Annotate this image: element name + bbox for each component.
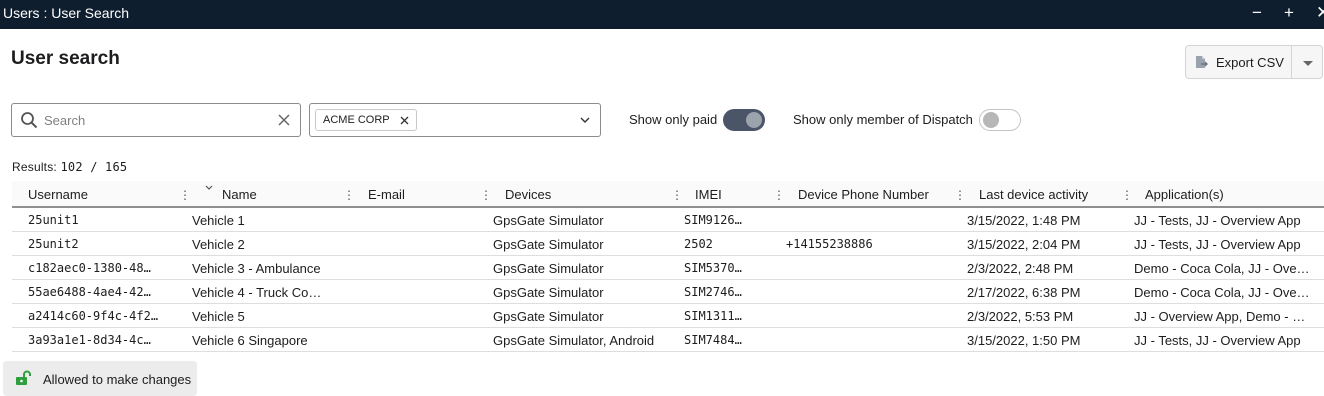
- search-input[interactable]: [44, 110, 274, 130]
- table-row[interactable]: c182aec0-1380-48… Vehicle 3 - Ambulance …: [12, 256, 1324, 280]
- cell-name: Vehicle 5: [192, 309, 245, 324]
- cell-devices: GpsGate Simulator: [493, 237, 604, 252]
- column-menu-icon[interactable]: ⋮: [179, 188, 191, 202]
- show-only-paid-label: Show only paid: [629, 112, 718, 127]
- users-table: Username ⋮ Name ⋮ E-mail ⋮ Devices ⋮ IME…: [12, 181, 1324, 352]
- cell-last-activity: 2/3/2022, 2:48 PM: [967, 261, 1074, 276]
- company-chip-label: ACME CORP: [323, 114, 390, 126]
- cell-imei: SIM1311…: [684, 309, 742, 323]
- search-box: [11, 103, 301, 137]
- cell-name: Vehicle 1: [192, 213, 245, 228]
- file-export-icon: [1196, 56, 1208, 68]
- chevron-down-icon: [1303, 61, 1313, 66]
- cell-name: Vehicle 3 - Ambulance: [192, 261, 321, 276]
- cell-phone: +14155238886: [786, 237, 873, 251]
- results-value: 102 / 165: [60, 160, 128, 174]
- cell-applications: JJ - Tests, JJ - Overview App: [1134, 213, 1301, 228]
- close-button[interactable]: ✕: [1316, 3, 1324, 23]
- chevron-down-icon[interactable]: [580, 116, 590, 124]
- table-row[interactable]: a2414c60-9f4c-4f2… Vehicle 5 GpsGate Sim…: [12, 304, 1324, 328]
- toggle-knob: [746, 112, 762, 128]
- cell-applications: Demo - Coca Cola, JJ - Ove…: [1134, 285, 1310, 300]
- toggle-knob: [983, 112, 999, 128]
- cell-username: c182aec0-1380-48…: [28, 261, 151, 275]
- column-menu-icon[interactable]: ⋮: [671, 188, 683, 202]
- column-header-devices[interactable]: Devices: [505, 187, 551, 202]
- permission-label: Allowed to make changes: [43, 372, 192, 387]
- export-csv-button[interactable]: Export CSV: [1186, 46, 1292, 78]
- cell-imei: SIM9126…: [684, 213, 742, 227]
- cell-username: 25unit2: [28, 237, 79, 251]
- cell-name: Vehicle 4 - Truck Co…: [192, 285, 322, 300]
- results-label: Results:: [12, 160, 57, 174]
- window-titlebar: Users : User Search − + ✕: [0, 0, 1324, 29]
- column-header-username[interactable]: Username: [28, 187, 88, 202]
- results-count: Results: 102 / 165: [12, 160, 127, 174]
- cell-applications: Demo - Coca Cola, JJ - Ove…: [1134, 261, 1310, 276]
- unlocked-icon: [16, 370, 31, 385]
- column-header-email[interactable]: E-mail: [368, 187, 405, 202]
- export-options-dropdown[interactable]: [1292, 46, 1322, 78]
- cell-username: a2414c60-9f4c-4f2…: [28, 309, 159, 323]
- column-header-name[interactable]: Name: [222, 187, 257, 202]
- minimize-button[interactable]: −: [1252, 3, 1262, 23]
- cell-devices: GpsGate Simulator: [493, 309, 604, 324]
- table-row[interactable]: 55ae6488-4ae4-42… Vehicle 4 - Truck Co… …: [12, 280, 1324, 304]
- cell-devices: GpsGate Simulator, Android: [493, 333, 655, 348]
- column-header-applications[interactable]: Application(s): [1145, 187, 1224, 202]
- cell-imei: 2502: [684, 237, 713, 251]
- column-header-imei[interactable]: IMEI: [695, 187, 722, 202]
- table-row[interactable]: 3a93a1e1-8d34-4c… Vehicle 6 Singapore Gp…: [12, 328, 1324, 352]
- cell-last-activity: 2/17/2022, 6:38 PM: [967, 285, 1081, 300]
- column-menu-icon[interactable]: ⋮: [343, 188, 355, 202]
- cell-imei: SIM5370…: [684, 261, 742, 275]
- cell-username: 3a93a1e1-8d34-4c…: [28, 333, 151, 347]
- cell-name: Vehicle 2: [192, 237, 245, 252]
- column-menu-icon[interactable]: ⋮: [954, 188, 966, 202]
- cell-last-activity: 3/15/2022, 1:48 PM: [967, 213, 1081, 228]
- show-only-paid-toggle[interactable]: [723, 109, 765, 131]
- remove-chip-icon[interactable]: [400, 116, 409, 125]
- column-header-last-activity[interactable]: Last device activity: [979, 187, 1088, 202]
- cell-username: 55ae6488-4ae4-42…: [28, 285, 151, 299]
- cell-name: Vehicle 6 Singapore: [192, 333, 308, 348]
- column-header-device-phone[interactable]: Device Phone Number: [798, 187, 929, 202]
- clear-search-icon[interactable]: [276, 112, 292, 128]
- sort-descending-icon: [205, 185, 213, 190]
- company-chip: ACME CORP: [315, 109, 417, 131]
- maximize-button[interactable]: +: [1284, 3, 1294, 23]
- cell-devices: GpsGate Simulator: [493, 285, 604, 300]
- page-title: User search: [11, 48, 120, 69]
- show-only-dispatch-toggle[interactable]: [979, 109, 1021, 131]
- cell-username: 25unit1: [28, 213, 79, 227]
- cell-imei: SIM2746…: [684, 285, 742, 299]
- permission-status: Allowed to make changes: [3, 361, 197, 396]
- cell-last-activity: 2/3/2022, 5:53 PM: [967, 309, 1074, 324]
- table-row[interactable]: 25unit2 Vehicle 2 GpsGate Simulator 2502…: [12, 232, 1324, 256]
- cell-applications: JJ - Tests, JJ - Overview App: [1134, 333, 1301, 348]
- column-menu-icon[interactable]: ⋮: [480, 188, 492, 202]
- cell-applications: JJ - Overview App, Demo - …: [1134, 309, 1306, 324]
- cell-last-activity: 3/15/2022, 2:04 PM: [967, 237, 1081, 252]
- column-menu-icon[interactable]: ⋮: [1121, 188, 1133, 202]
- cell-imei: SIM7484…: [684, 333, 742, 347]
- window-title: Users : User Search: [3, 5, 130, 21]
- search-icon: [21, 112, 38, 129]
- column-menu-icon[interactable]: ⋮: [773, 188, 785, 202]
- show-only-dispatch-label: Show only member of Dispatch: [793, 112, 973, 127]
- cell-devices: GpsGate Simulator: [493, 261, 604, 276]
- company-select[interactable]: ACME CORP: [309, 103, 601, 137]
- cell-devices: GpsGate Simulator: [493, 213, 604, 228]
- table-header: Username ⋮ Name ⋮ E-mail ⋮ Devices ⋮ IME…: [12, 181, 1324, 208]
- table-row[interactable]: 25unit1 Vehicle 1 GpsGate Simulator SIM9…: [12, 208, 1324, 232]
- export-csv-label: Export CSV: [1216, 55, 1284, 70]
- cell-last-activity: 3/15/2022, 1:50 PM: [967, 333, 1081, 348]
- cell-applications: JJ - Tests, JJ - Overview App: [1134, 237, 1301, 252]
- export-csv-split-button: Export CSV: [1185, 45, 1323, 79]
